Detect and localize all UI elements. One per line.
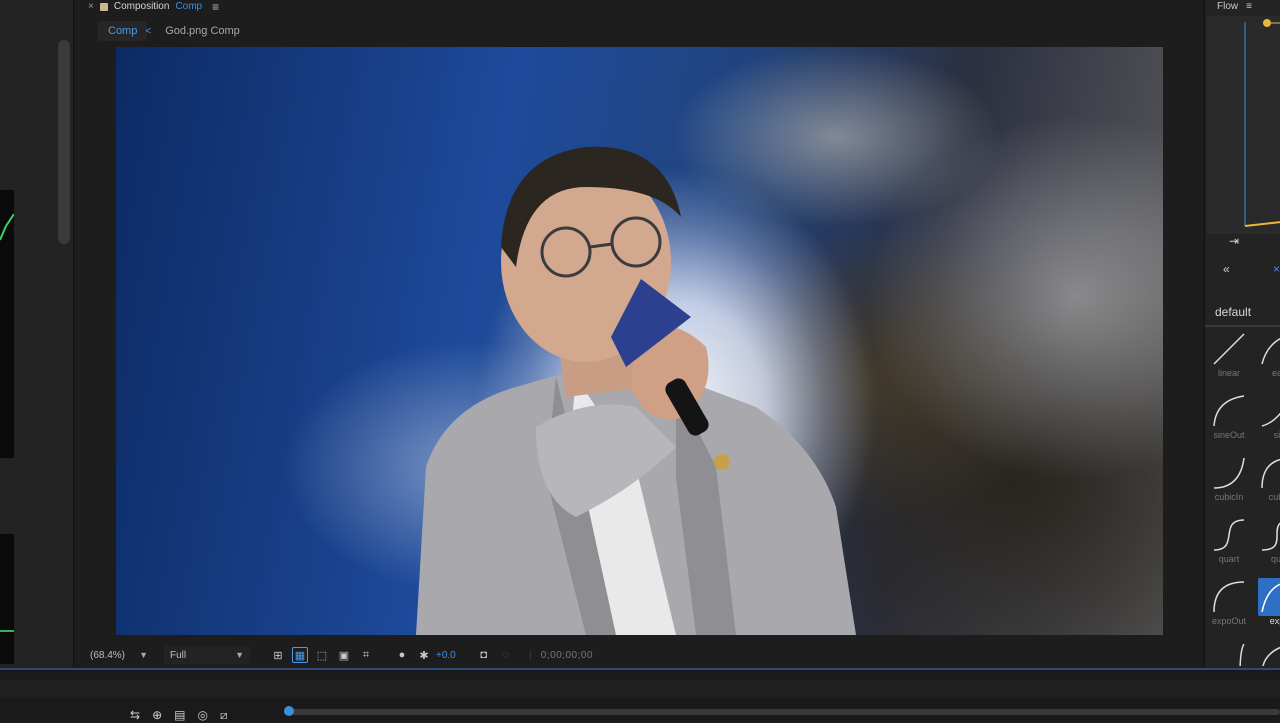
comp-flowchart-icon[interactable]: ⇆ bbox=[130, 708, 140, 723]
preset-label: sineOut bbox=[1213, 430, 1245, 440]
preset-cubicin[interactable]: cubicIn bbox=[1207, 454, 1251, 514]
mask-visibility-icon[interactable]: ⬚ bbox=[314, 647, 330, 663]
left-panel bbox=[0, 0, 74, 668]
flow-title: Flow bbox=[1217, 1, 1239, 12]
zoom-dropdown[interactable]: (68.4%) ▼ bbox=[84, 646, 154, 664]
preset-expoout[interactable]: expoOut bbox=[1207, 578, 1251, 638]
flow-header: Flow ≡ bbox=[1217, 0, 1252, 13]
lock-icon[interactable] bbox=[99, 2, 108, 11]
work-area-bar[interactable] bbox=[284, 709, 1280, 715]
left-graph bbox=[0, 190, 14, 458]
preset-label: exp bbox=[1269, 616, 1280, 626]
timeline-tools: ⇆ ⊕ ▤ ◎ ⧄ bbox=[130, 708, 228, 723]
easing-curve bbox=[1244, 19, 1280, 227]
preset-linear[interactable]: linear bbox=[1207, 330, 1251, 390]
playhead[interactable] bbox=[284, 706, 294, 716]
graph-line bbox=[0, 630, 14, 632]
preset-label: expoOut bbox=[1211, 616, 1247, 626]
preset-nav: « × bbox=[1205, 262, 1280, 278]
composition-viewer[interactable] bbox=[116, 47, 1163, 635]
close-icon[interactable]: × bbox=[88, 1, 94, 12]
preset-label: si bbox=[1273, 430, 1280, 440]
camera-icon[interactable]: ◘ bbox=[476, 647, 492, 663]
fast-preview-icon[interactable]: ⊞ bbox=[270, 647, 286, 663]
preset-label: quart bbox=[1218, 554, 1240, 564]
color-channels-icon[interactable]: ● bbox=[394, 647, 410, 663]
preset-quart[interactable]: quart bbox=[1207, 516, 1251, 576]
preset-label: cubicIn bbox=[1214, 492, 1244, 502]
chevron-left-icon[interactable]: < bbox=[145, 26, 151, 37]
menu-icon[interactable]: ≡ bbox=[1246, 1, 1252, 12]
composition-tabs: Comp < God.png Comp bbox=[78, 20, 1200, 42]
shy-layers-icon[interactable]: ⊕ bbox=[152, 708, 162, 723]
chevron-left-icon[interactable]: « bbox=[1223, 262, 1230, 276]
preset-expo[interactable]: exp bbox=[1255, 578, 1280, 638]
timecode-display[interactable]: 0;00;00;00 bbox=[529, 649, 593, 661]
panel-header: × Composition Comp ≡ bbox=[78, 0, 1200, 14]
preset-label: linear bbox=[1217, 368, 1240, 378]
chevron-down-icon: ▼ bbox=[139, 650, 148, 660]
composition-name: Comp bbox=[175, 1, 203, 12]
tab-comp[interactable]: Comp bbox=[98, 21, 148, 41]
curve-editor[interactable] bbox=[1207, 16, 1280, 234]
panel-type-label: Composition bbox=[113, 1, 170, 12]
left-lower-graph bbox=[0, 534, 14, 664]
exposure-value[interactable]: +0.0 bbox=[436, 650, 456, 661]
tab-god-png-comp[interactable]: God.png Comp bbox=[155, 21, 250, 41]
viewer-toolbar: (68.4%) ▼ Full ▼ ⊞ ▦ ⬚ ▣ ⌗ ● ✱ +0.0 ◘ ◌ … bbox=[78, 643, 1200, 667]
grid-guides-icon[interactable]: ⌗ bbox=[358, 647, 374, 663]
frame-blending-icon[interactable]: ▤ bbox=[174, 708, 185, 723]
preset-label: cubi bbox=[1268, 492, 1280, 502]
graph-curve bbox=[0, 213, 14, 241]
resolution-dropdown[interactable]: Full ▼ bbox=[164, 646, 250, 664]
apply-icon[interactable]: ⇥ bbox=[1229, 234, 1239, 248]
preset-sineout[interactable]: sineOut bbox=[1207, 392, 1251, 452]
graph-editor-icon[interactable]: ⧄ bbox=[220, 708, 228, 723]
zoom-value: (68.4%) bbox=[90, 649, 126, 661]
divider bbox=[1205, 325, 1280, 327]
region-of-interest-icon[interactable]: ▣ bbox=[336, 647, 352, 663]
preset-cubic[interactable]: cubi bbox=[1255, 454, 1280, 514]
preset-quint[interactable]: qui bbox=[1255, 516, 1280, 576]
chevron-down-icon: ▼ bbox=[235, 650, 244, 660]
person-image bbox=[416, 146, 856, 635]
preset-label: qui bbox=[1270, 554, 1280, 564]
preset-sine[interactable]: si bbox=[1255, 392, 1280, 452]
preset-next-row-2[interactable] bbox=[1255, 640, 1280, 666]
preset-ease[interactable]: ea bbox=[1255, 330, 1280, 390]
preset-next-row[interactable] bbox=[1207, 640, 1251, 666]
timeline-header-strip bbox=[0, 680, 1280, 698]
composition-panel: × Composition Comp ≡ Comp < God.png Comp bbox=[78, 0, 1200, 668]
left-scrollbar[interactable] bbox=[58, 40, 70, 244]
apply-icon-row: ⇥ bbox=[1205, 234, 1280, 250]
transparency-grid-icon[interactable]: ▦ bbox=[292, 647, 308, 663]
preset-label: ea bbox=[1271, 368, 1280, 378]
preset-section-label: default bbox=[1215, 305, 1252, 319]
exposure-reset-icon[interactable]: ✱ bbox=[416, 647, 432, 663]
motion-blur-icon[interactable]: ◎ bbox=[197, 708, 207, 723]
show-snapshot-icon[interactable]: ◌ bbox=[498, 647, 514, 663]
resolution-value: Full bbox=[170, 649, 187, 661]
flow-panel: Flow ≡ ⇥ « × default linear ea sineOut s… bbox=[1204, 0, 1280, 668]
close-icon[interactable]: × bbox=[1273, 262, 1280, 276]
menu-icon[interactable]: ≡ bbox=[212, 0, 219, 14]
timeline-panel: ⇆ ⊕ ▤ ◎ ⧄ bbox=[0, 668, 1280, 723]
